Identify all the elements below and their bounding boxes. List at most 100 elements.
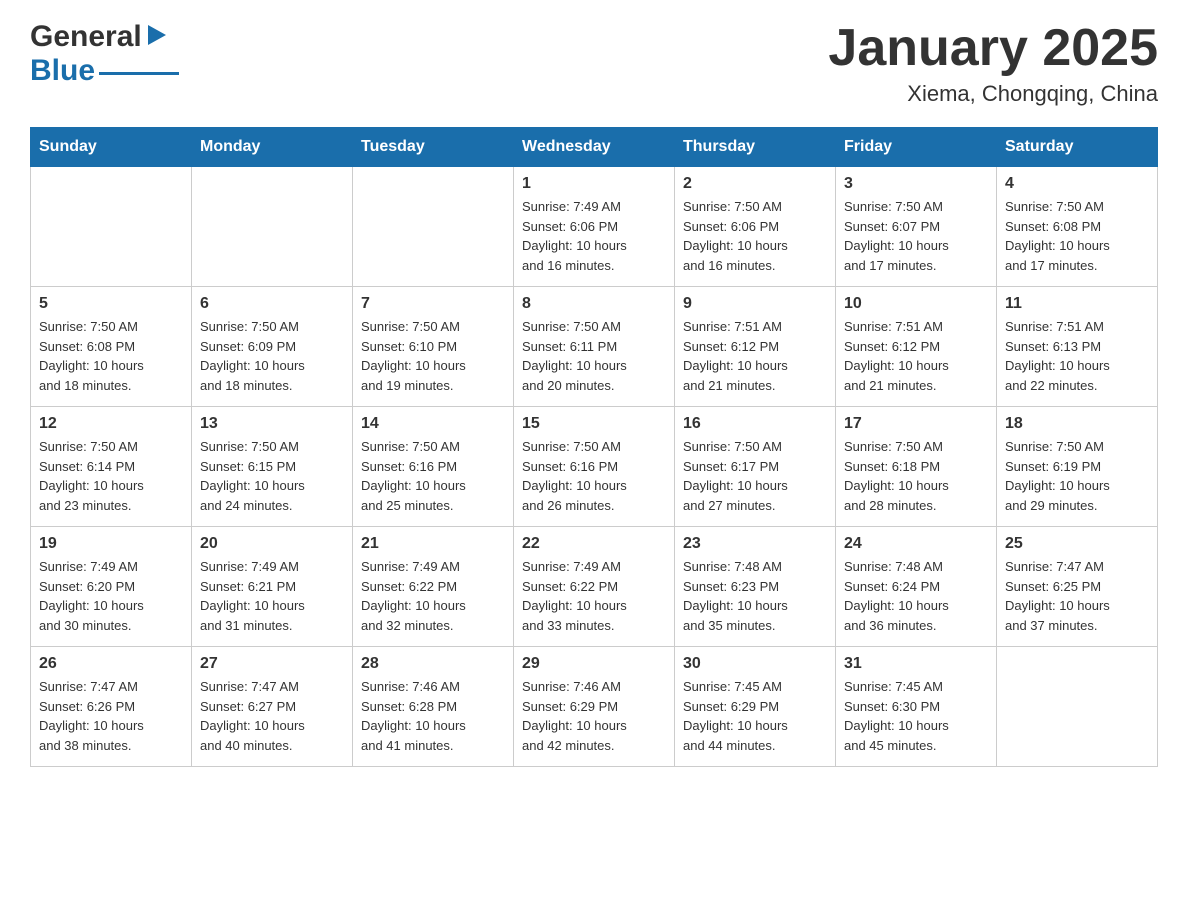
col-thursday: Thursday — [675, 128, 836, 167]
day-number: 6 — [200, 295, 344, 313]
table-row: 4 Sunrise: 7:50 AM Sunset: 6:08 PM Daylig… — [997, 167, 1158, 287]
table-row: 22 Sunrise: 7:49 AM Sunset: 6:22 PM Dayli… — [514, 527, 675, 647]
table-row: 28 Sunrise: 7:46 AM Sunset: 6:28 PM Dayli… — [353, 647, 514, 767]
day-number: 14 — [361, 415, 505, 433]
day-info: Sunrise: 7:49 AM Sunset: 6:22 PM Dayligh… — [522, 557, 666, 635]
col-friday: Friday — [836, 128, 997, 167]
day-number: 17 — [844, 415, 988, 433]
day-number: 5 — [39, 295, 183, 313]
day-info: Sunrise: 7:46 AM Sunset: 6:28 PM Dayligh… — [361, 677, 505, 755]
day-number: 18 — [1005, 415, 1149, 433]
table-row: 5Sunrise: 7:50 AM Sunset: 6:08 PM Daylig… — [31, 287, 192, 407]
table-row: 3Sunrise: 7:50 AM Sunset: 6:07 PM Daylig… — [836, 167, 997, 287]
table-row: 23 Sunrise: 7:48 AM Sunset: 6:23 PM Dayli… — [675, 527, 836, 647]
day-info: Sunrise: 7:50 AM Sunset: 6:08 PM Dayligh… — [1005, 197, 1149, 275]
table-row: 13 Sunrise: 7:50 AM Sunset: 6:15 PM Dayli… — [192, 407, 353, 527]
table-row: 15 Sunrise: 7:50 AM Sunset: 6:16 PM Dayli… — [514, 407, 675, 527]
table-row: 12 Sunrise: 7:50 AM Sunset: 6:14 PM Dayli… — [31, 407, 192, 527]
day-number: 21 — [361, 535, 505, 553]
table-row: 16Sunrise: 7:50 AM Sunset: 6:17 PM Dayli… — [675, 407, 836, 527]
day-info: Sunrise: 7:47 AM Sunset: 6:26 PM Dayligh… — [39, 677, 183, 755]
day-info: Sunrise: 7:50 AM Sunset: 6:11 PM Dayligh… — [522, 317, 666, 395]
day-number: 2 — [683, 175, 827, 193]
day-info: Sunrise: 7:50 AM Sunset: 6:06 PM Dayligh… — [683, 197, 827, 275]
table-row: 7 Sunrise: 7:50 AM Sunset: 6:10 PM Daylig… — [353, 287, 514, 407]
logo-blue-text: Blue — [30, 54, 95, 88]
calendar-week-row: 12 Sunrise: 7:50 AM Sunset: 6:14 PM Dayli… — [31, 407, 1158, 527]
table-row: 6Sunrise: 7:50 AM Sunset: 6:09 PM Daylig… — [192, 287, 353, 407]
table-row: 21 Sunrise: 7:49 AM Sunset: 6:22 PM Dayli… — [353, 527, 514, 647]
table-row: 29Sunrise: 7:46 AM Sunset: 6:29 PM Dayli… — [514, 647, 675, 767]
col-monday: Monday — [192, 128, 353, 167]
day-info: Sunrise: 7:50 AM Sunset: 6:10 PM Dayligh… — [361, 317, 505, 395]
day-number: 15 — [522, 415, 666, 433]
col-wednesday: Wednesday — [514, 128, 675, 167]
calendar-subtitle: Xiema, Chongqing, China — [828, 81, 1158, 107]
table-row: 24Sunrise: 7:48 AM Sunset: 6:24 PM Dayli… — [836, 527, 997, 647]
calendar-week-row: 26 Sunrise: 7:47 AM Sunset: 6:26 PM Dayli… — [31, 647, 1158, 767]
table-row — [31, 167, 192, 287]
day-number: 11 — [1005, 295, 1149, 313]
day-number: 28 — [361, 655, 505, 673]
day-number: 7 — [361, 295, 505, 313]
table-row: 17 Sunrise: 7:50 AM Sunset: 6:18 PM Dayli… — [836, 407, 997, 527]
table-row: 31 Sunrise: 7:45 AM Sunset: 6:30 PM Dayli… — [836, 647, 997, 767]
day-number: 8 — [522, 295, 666, 313]
day-number: 4 — [1005, 175, 1149, 193]
day-info: Sunrise: 7:45 AM Sunset: 6:29 PM Dayligh… — [683, 677, 827, 755]
day-info: Sunrise: 7:50 AM Sunset: 6:19 PM Dayligh… — [1005, 437, 1149, 515]
day-number: 29 — [522, 655, 666, 673]
day-info: Sunrise: 7:49 AM Sunset: 6:20 PM Dayligh… — [39, 557, 183, 635]
day-number: 22 — [522, 535, 666, 553]
day-info: Sunrise: 7:49 AM Sunset: 6:06 PM Dayligh… — [522, 197, 666, 275]
table-row: 25 Sunrise: 7:47 AM Sunset: 6:25 PM Dayli… — [997, 527, 1158, 647]
day-number: 20 — [200, 535, 344, 553]
day-number: 24 — [844, 535, 988, 553]
day-number: 23 — [683, 535, 827, 553]
header-row: Sunday Monday Tuesday Wednesday Thursday… — [31, 128, 1158, 167]
table-row — [997, 647, 1158, 767]
day-info: Sunrise: 7:45 AM Sunset: 6:30 PM Dayligh… — [844, 677, 988, 755]
day-number: 26 — [39, 655, 183, 673]
table-row: 11Sunrise: 7:51 AM Sunset: 6:13 PM Dayli… — [997, 287, 1158, 407]
table-row: 19 Sunrise: 7:49 AM Sunset: 6:20 PM Dayli… — [31, 527, 192, 647]
day-info: Sunrise: 7:49 AM Sunset: 6:21 PM Dayligh… — [200, 557, 344, 635]
table-row — [353, 167, 514, 287]
day-number: 31 — [844, 655, 988, 673]
day-number: 1 — [522, 175, 666, 193]
day-info: Sunrise: 7:47 AM Sunset: 6:27 PM Dayligh… — [200, 677, 344, 755]
calendar-week-row: 19 Sunrise: 7:49 AM Sunset: 6:20 PM Dayli… — [31, 527, 1158, 647]
table-row: 10 Sunrise: 7:51 AM Sunset: 6:12 PM Dayli… — [836, 287, 997, 407]
table-row: 8 Sunrise: 7:50 AM Sunset: 6:11 PM Daylig… — [514, 287, 675, 407]
day-info: Sunrise: 7:50 AM Sunset: 6:14 PM Dayligh… — [39, 437, 183, 515]
day-number: 25 — [1005, 535, 1149, 553]
day-info: Sunrise: 7:50 AM Sunset: 6:16 PM Dayligh… — [361, 437, 505, 515]
day-info: Sunrise: 7:49 AM Sunset: 6:22 PM Dayligh… — [361, 557, 505, 635]
day-number: 30 — [683, 655, 827, 673]
table-row: 26 Sunrise: 7:47 AM Sunset: 6:26 PM Dayli… — [31, 647, 192, 767]
day-info: Sunrise: 7:50 AM Sunset: 6:16 PM Dayligh… — [522, 437, 666, 515]
logo-triangle-icon — [148, 25, 166, 50]
logo: General Blue — [30, 20, 179, 88]
day-number: 13 — [200, 415, 344, 433]
day-number: 9 — [683, 295, 827, 313]
table-row: 2 Sunrise: 7:50 AM Sunset: 6:06 PM Daylig… — [675, 167, 836, 287]
table-row: 30 Sunrise: 7:45 AM Sunset: 6:29 PM Dayli… — [675, 647, 836, 767]
day-number: 12 — [39, 415, 183, 433]
calendar-week-row: 5Sunrise: 7:50 AM Sunset: 6:08 PM Daylig… — [31, 287, 1158, 407]
logo-general-text: General — [30, 20, 142, 54]
day-info: Sunrise: 7:50 AM Sunset: 6:15 PM Dayligh… — [200, 437, 344, 515]
day-info: Sunrise: 7:50 AM Sunset: 6:18 PM Dayligh… — [844, 437, 988, 515]
col-sunday: Sunday — [31, 128, 192, 167]
day-info: Sunrise: 7:48 AM Sunset: 6:23 PM Dayligh… — [683, 557, 827, 635]
day-info: Sunrise: 7:51 AM Sunset: 6:12 PM Dayligh… — [683, 317, 827, 395]
day-info: Sunrise: 7:47 AM Sunset: 6:25 PM Dayligh… — [1005, 557, 1149, 635]
col-saturday: Saturday — [997, 128, 1158, 167]
col-tuesday: Tuesday — [353, 128, 514, 167]
day-number: 19 — [39, 535, 183, 553]
title-block: January 2025 Xiema, Chongqing, China — [828, 20, 1158, 107]
day-info: Sunrise: 7:51 AM Sunset: 6:12 PM Dayligh… — [844, 317, 988, 395]
day-number: 10 — [844, 295, 988, 313]
day-number: 16 — [683, 415, 827, 433]
table-row: 1 Sunrise: 7:49 AM Sunset: 6:06 PM Daylig… — [514, 167, 675, 287]
